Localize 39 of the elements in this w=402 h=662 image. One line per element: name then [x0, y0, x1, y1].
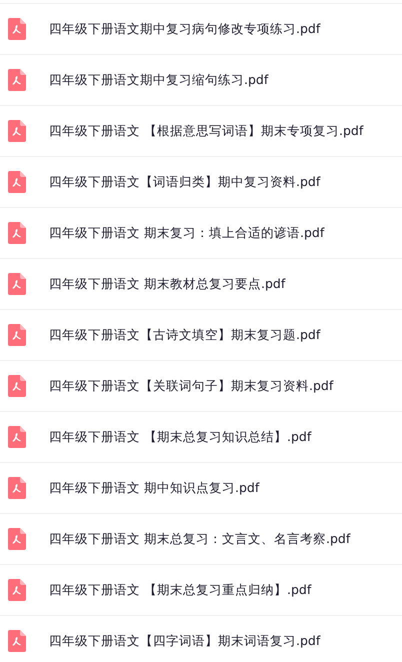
file-row[interactable]: 四年级下册语文 【期末总复习重点归纳】.pdf	[0, 564, 402, 615]
pdf-file-icon	[8, 171, 26, 193]
file-row[interactable]: 四年级下册语文期中复习病句修改专项练习.pdf	[0, 3, 402, 54]
file-name: 四年级下册语文 期末教材总复习要点.pdf	[49, 276, 286, 292]
file-row[interactable]: 四年级下册语文期中复习缩句练习.pdf	[0, 54, 402, 105]
file-name: 四年级下册语文 期末总复习：文言文、名言考察.pdf	[49, 530, 350, 548]
file-row[interactable]: 四年级下册语文 期末复习：填上合适的谚语.pdf	[0, 207, 402, 258]
file-name: 四年级下册语文 【根据意思写词语】期末专项复习.pdf	[49, 122, 364, 140]
file-name: 四年级下册语文【词语归类】期中复习资料.pdf	[49, 174, 320, 190]
pdf-file-icon	[8, 273, 26, 295]
pdf-file-icon	[8, 375, 26, 397]
pdf-file-icon	[8, 324, 26, 346]
pdf-file-icon	[8, 426, 26, 448]
file-row[interactable]: 四年级下册语文【关联词句子】期末复习资料.pdf	[0, 360, 402, 411]
pdf-file-icon	[8, 579, 26, 601]
file-row[interactable]: 四年级下册语文 【根据意思写词语】期末专项复习.pdf	[0, 105, 402, 156]
file-row[interactable]: 四年级下册语文【四字词语】期末词语复习.pdf	[0, 615, 402, 662]
pdf-file-icon	[8, 18, 26, 40]
file-row[interactable]: 四年级下册语文 期末教材总复习要点.pdf	[0, 258, 402, 309]
file-name: 四年级下册语文【古诗文填空】期末复习题.pdf	[49, 326, 320, 344]
file-row[interactable]: 四年级下册语文 【期末总复习知识总结】.pdf	[0, 411, 402, 462]
pdf-file-icon	[8, 69, 26, 91]
file-name: 四年级下册语文 期中知识点复习.pdf	[49, 480, 260, 496]
file-name: 四年级下册语文【关联词句子】期末复习资料.pdf	[49, 378, 334, 394]
file-name: 四年级下册语文 【期末总复习知识总结】.pdf	[49, 428, 312, 446]
file-row[interactable]: 四年级下册语文【古诗文填空】期末复习题.pdf	[0, 309, 402, 360]
file-row[interactable]: 四年级下册语文 期中知识点复习.pdf	[0, 462, 402, 513]
pdf-file-icon	[8, 477, 26, 499]
pdf-file-icon	[8, 120, 26, 142]
file-row[interactable]: 四年级下册语文 期末总复习：文言文、名言考察.pdf	[0, 513, 402, 564]
pdf-file-icon	[8, 222, 26, 244]
file-name: 四年级下册语文期中复习缩句练习.pdf	[49, 72, 268, 88]
pdf-file-icon	[8, 528, 26, 550]
file-name: 四年级下册语文【四字词语】期末词语复习.pdf	[49, 632, 320, 650]
file-name: 四年级下册语文 期末复习：填上合适的谚语.pdf	[49, 224, 324, 242]
file-name: 四年级下册语文期中复习病句修改专项练习.pdf	[49, 20, 320, 38]
file-name: 四年级下册语文 【期末总复习重点归纳】.pdf	[49, 582, 312, 598]
pdf-file-icon	[8, 630, 26, 652]
file-row[interactable]: 四年级下册语文【词语归类】期中复习资料.pdf	[0, 156, 402, 207]
